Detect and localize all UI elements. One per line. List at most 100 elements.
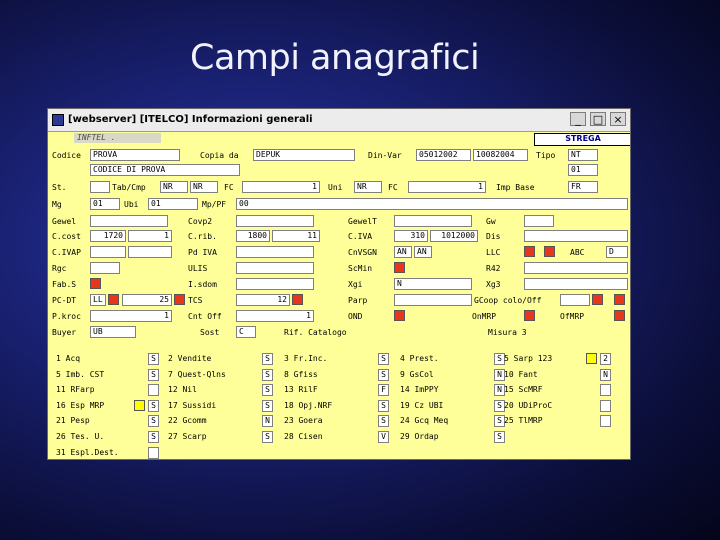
ulis-label: ULIS [188,264,208,273]
codice-field[interactable]: PROVA [90,149,180,161]
covp2-field[interactable] [236,215,314,227]
fc-field-2[interactable]: 1 [408,181,486,193]
description-field[interactable]: CODICE DI PROVA [90,164,240,176]
xg3-label: Xg3 [486,280,501,289]
gcop-indicator[interactable] [592,294,603,305]
flag-checkbox[interactable]: S [494,431,505,443]
parp-field[interactable] [394,294,472,306]
flag-highlight[interactable] [134,400,145,411]
flag-checkbox[interactable] [600,400,611,412]
flag-checkbox[interactable]: S [378,353,389,365]
flag-checkbox[interactable]: S [262,369,273,381]
gewel2-field[interactable] [394,215,472,227]
gewel-field[interactable] [90,215,168,227]
flag-label: 29 Ordap [400,432,439,441]
rgc-field[interactable] [90,262,120,274]
ulis-field[interactable] [236,262,314,274]
misura3-label: Misura 3 [488,328,527,337]
c-cost-field-2[interactable]: 1 [128,230,172,242]
xg3-field[interactable] [524,278,628,290]
llc-indicator-2[interactable] [544,246,555,257]
flag-checkbox[interactable]: N [600,369,611,381]
isdom-field[interactable] [236,278,314,290]
cnvsgn-field-1[interactable]: AN [394,246,412,258]
c-cost-field-1[interactable]: 1720 [90,230,126,242]
tipo-field[interactable]: NT [568,149,598,161]
civa-field-2[interactable]: 1012000 [430,230,478,242]
flag-checkbox[interactable]: S [262,400,273,412]
llc-indicator[interactable] [524,246,535,257]
flag-checkbox[interactable]: S [148,353,159,365]
pc-dt-field-1[interactable]: LL [90,294,106,306]
pc-dt-field-2[interactable]: 25 [122,294,172,306]
flag-checkbox[interactable]: N [262,415,273,427]
minimize-button[interactable]: _ [570,112,586,126]
flag-checkbox[interactable] [600,384,611,396]
scmin-indicator[interactable] [394,262,405,273]
din-var-field-1[interactable]: 05012002 [416,149,471,161]
civa-field-1[interactable]: 310 [394,230,428,242]
fab-s-indicator[interactable] [90,278,101,289]
copia-da-field[interactable]: DEPUK [253,149,355,161]
flag-checkbox[interactable] [148,447,159,459]
cnt-off-field[interactable]: 1 [236,310,314,322]
flag-checkbox[interactable]: S [262,431,273,443]
c-rib-field-2[interactable]: 11 [272,230,320,242]
flag-checkbox[interactable]: S [148,400,159,412]
tab-field-2[interactable]: NR [190,181,218,193]
fc-field-1[interactable]: 1 [242,181,320,193]
buyer-field[interactable]: UB [90,326,136,338]
gcop-field[interactable] [560,294,590,306]
buyer-label: Buyer [52,328,77,337]
flag-checkbox[interactable]: 2 [600,353,611,365]
cnvsgn-field-2[interactable]: AN [414,246,432,258]
maximize-button[interactable]: □ [590,112,606,126]
flag-checkbox[interactable]: F [378,384,389,396]
flag-checkbox[interactable]: S [378,415,389,427]
flag-checkbox[interactable]: S [148,431,159,443]
din-var-field-2[interactable]: 10082004 [473,149,528,161]
llc-label: LLC [486,248,501,257]
pc-dt-indicator-2[interactable] [174,294,185,305]
flag-checkbox[interactable]: S [148,415,159,427]
ubi-field[interactable]: 01 [148,198,198,210]
c-rib-field-1[interactable]: 1800 [236,230,270,242]
tcs-indicator[interactable] [292,294,303,305]
tcs-field[interactable]: 12 [236,294,290,306]
flag-checkbox[interactable]: V [378,431,389,443]
p-kroc-field[interactable]: 1 [90,310,172,322]
imp-base-field[interactable]: FR [568,181,598,193]
ond-indicator[interactable] [394,310,405,321]
flag-checkbox[interactable]: S [262,384,273,396]
flag-checkbox[interactable]: S [378,369,389,381]
pc-dt-indicator[interactable] [108,294,119,305]
mp-field[interactable]: 00 [236,198,628,210]
st-field[interactable] [90,181,110,193]
dis-field[interactable] [524,230,628,242]
close-button[interactable]: × [610,112,626,126]
flag-checkbox[interactable]: S [378,400,389,412]
uni-field[interactable]: NR [354,181,382,193]
r42-field[interactable] [524,262,628,274]
flag-highlight[interactable] [586,353,597,364]
c-ivap-field-1[interactable] [90,246,126,258]
xgi-field[interactable]: N [394,278,472,290]
flag-label: 5 Sarp 123 [504,354,553,363]
tab-field-1[interactable]: NR [160,181,188,193]
sost-field[interactable]: C [236,326,256,338]
mg-field[interactable]: 01 [90,198,120,210]
copia-da-label: Copia da [200,151,239,160]
ofmrp-indicator[interactable] [614,310,625,321]
gw-field[interactable] [524,215,554,227]
c-ivap-field-2[interactable] [128,246,172,258]
flag-checkbox[interactable]: S [148,369,159,381]
abc-field[interactable]: D [606,246,628,258]
pd-iva-field[interactable] [236,246,314,258]
onmrp-indicator[interactable] [524,310,535,321]
gcop-indicator-2[interactable] [614,294,625,305]
parp-label: Parp [348,296,368,305]
tipo2-field[interactable]: 01 [568,164,598,176]
flag-checkbox[interactable]: S [262,353,273,365]
flag-checkbox[interactable] [148,384,159,396]
flag-checkbox[interactable] [600,415,611,427]
